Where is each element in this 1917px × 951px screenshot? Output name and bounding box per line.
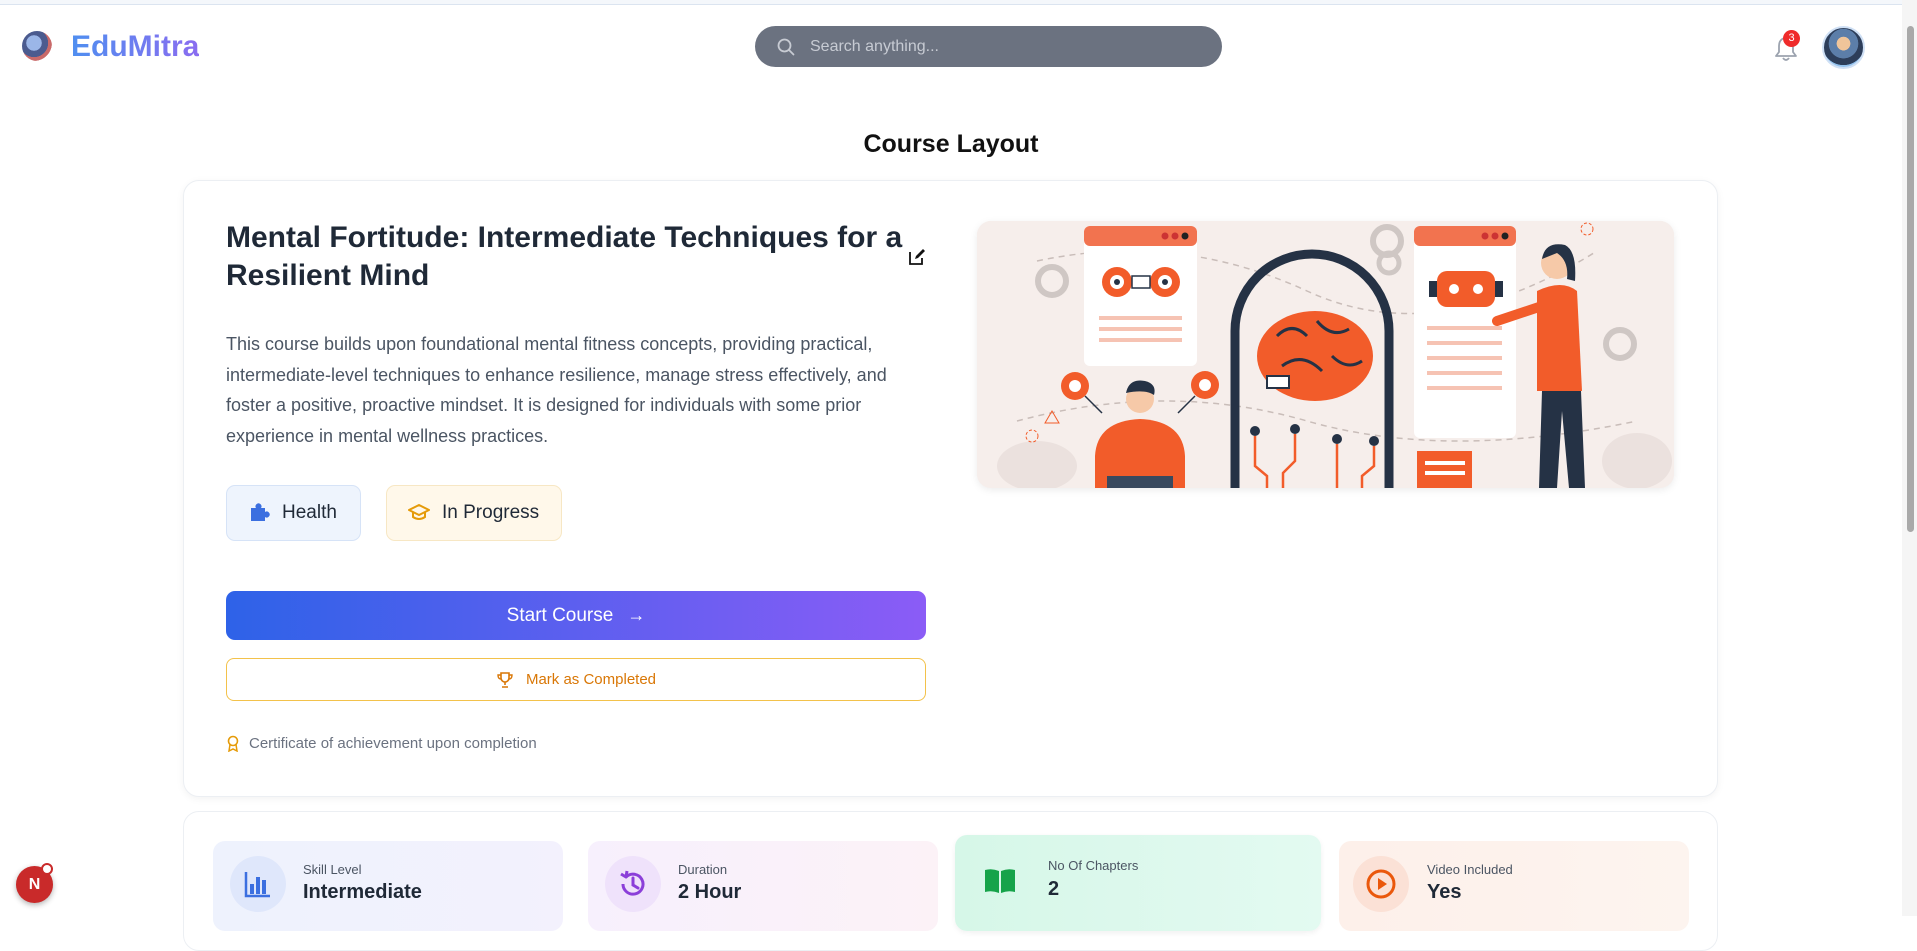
stat-value: 2 [1048, 878, 1060, 900]
puzzle-icon [251, 503, 270, 521]
award-ribbon-icon [227, 735, 239, 752]
trophy-icon [497, 671, 513, 688]
stat-value: 2 Hour [678, 881, 742, 903]
stat-label: Duration [678, 862, 728, 877]
notification-badge: 3 [1783, 30, 1800, 47]
stat-chapters: No Of Chapters 2 [955, 835, 1321, 931]
page-scrollbar[interactable] [1902, 0, 1917, 916]
stat-skill-level: Skill Level Intermediate [213, 841, 563, 931]
stat-label: Skill Level [303, 862, 362, 877]
course-title: Mental Fortitude: Intermediate Technique… [226, 221, 903, 292]
status-chip: In Progress [386, 485, 562, 541]
stat-icon-circle [972, 853, 1028, 909]
stat-duration: Duration 2 Hour [588, 841, 938, 931]
play-circle-icon [1366, 869, 1396, 899]
status-label: In Progress [442, 502, 540, 523]
start-course-button[interactable]: Start Course → [226, 591, 926, 640]
scrollbar-thumb[interactable] [1907, 26, 1914, 532]
user-avatar[interactable] [1822, 26, 1865, 69]
start-course-label: Start Course [506, 604, 614, 626]
arrow-right-icon: → [627, 605, 646, 625]
page-title: Course Layout [863, 130, 1039, 158]
stat-icon-circle [230, 856, 286, 912]
edit-icon[interactable] [908, 248, 926, 266]
mark-completed-label: Mark as Completed [525, 671, 657, 688]
search-icon [777, 38, 795, 56]
search-bar[interactable] [755, 26, 1222, 67]
category-label: Health [282, 502, 337, 523]
course-description: This course builds upon foundational men… [226, 334, 887, 446]
bar-chart-icon [244, 872, 270, 898]
brand-name[interactable]: EduMitra [71, 30, 199, 64]
search-input[interactable] [810, 26, 1200, 67]
floating-status-dot [41, 863, 53, 875]
brand-logo[interactable] [22, 31, 52, 61]
certificate-text: Certificate of achievement upon completi… [249, 735, 537, 752]
stat-icon-circle [1353, 856, 1409, 912]
stat-icon-circle [605, 856, 661, 912]
mark-completed-button[interactable]: Mark as Completed [226, 658, 926, 701]
graduation-cap-icon [408, 504, 430, 520]
ai-brain-illustration [977, 221, 1674, 488]
history-clock-icon [620, 870, 645, 896]
course-banner-illustration [977, 221, 1674, 488]
category-chip: Health [226, 485, 361, 541]
stat-video: Video Included Yes [1339, 841, 1689, 931]
stat-label: Video Included [1427, 862, 1513, 877]
certificate-note: Certificate of achievement upon completi… [226, 735, 537, 752]
stat-value: Intermediate [303, 881, 422, 903]
stat-label: No Of Chapters [1048, 858, 1139, 873]
book-open-icon [985, 869, 1015, 893]
top-navbar: EduMitra 3 [0, 5, 1917, 87]
stat-value: Yes [1427, 881, 1462, 903]
